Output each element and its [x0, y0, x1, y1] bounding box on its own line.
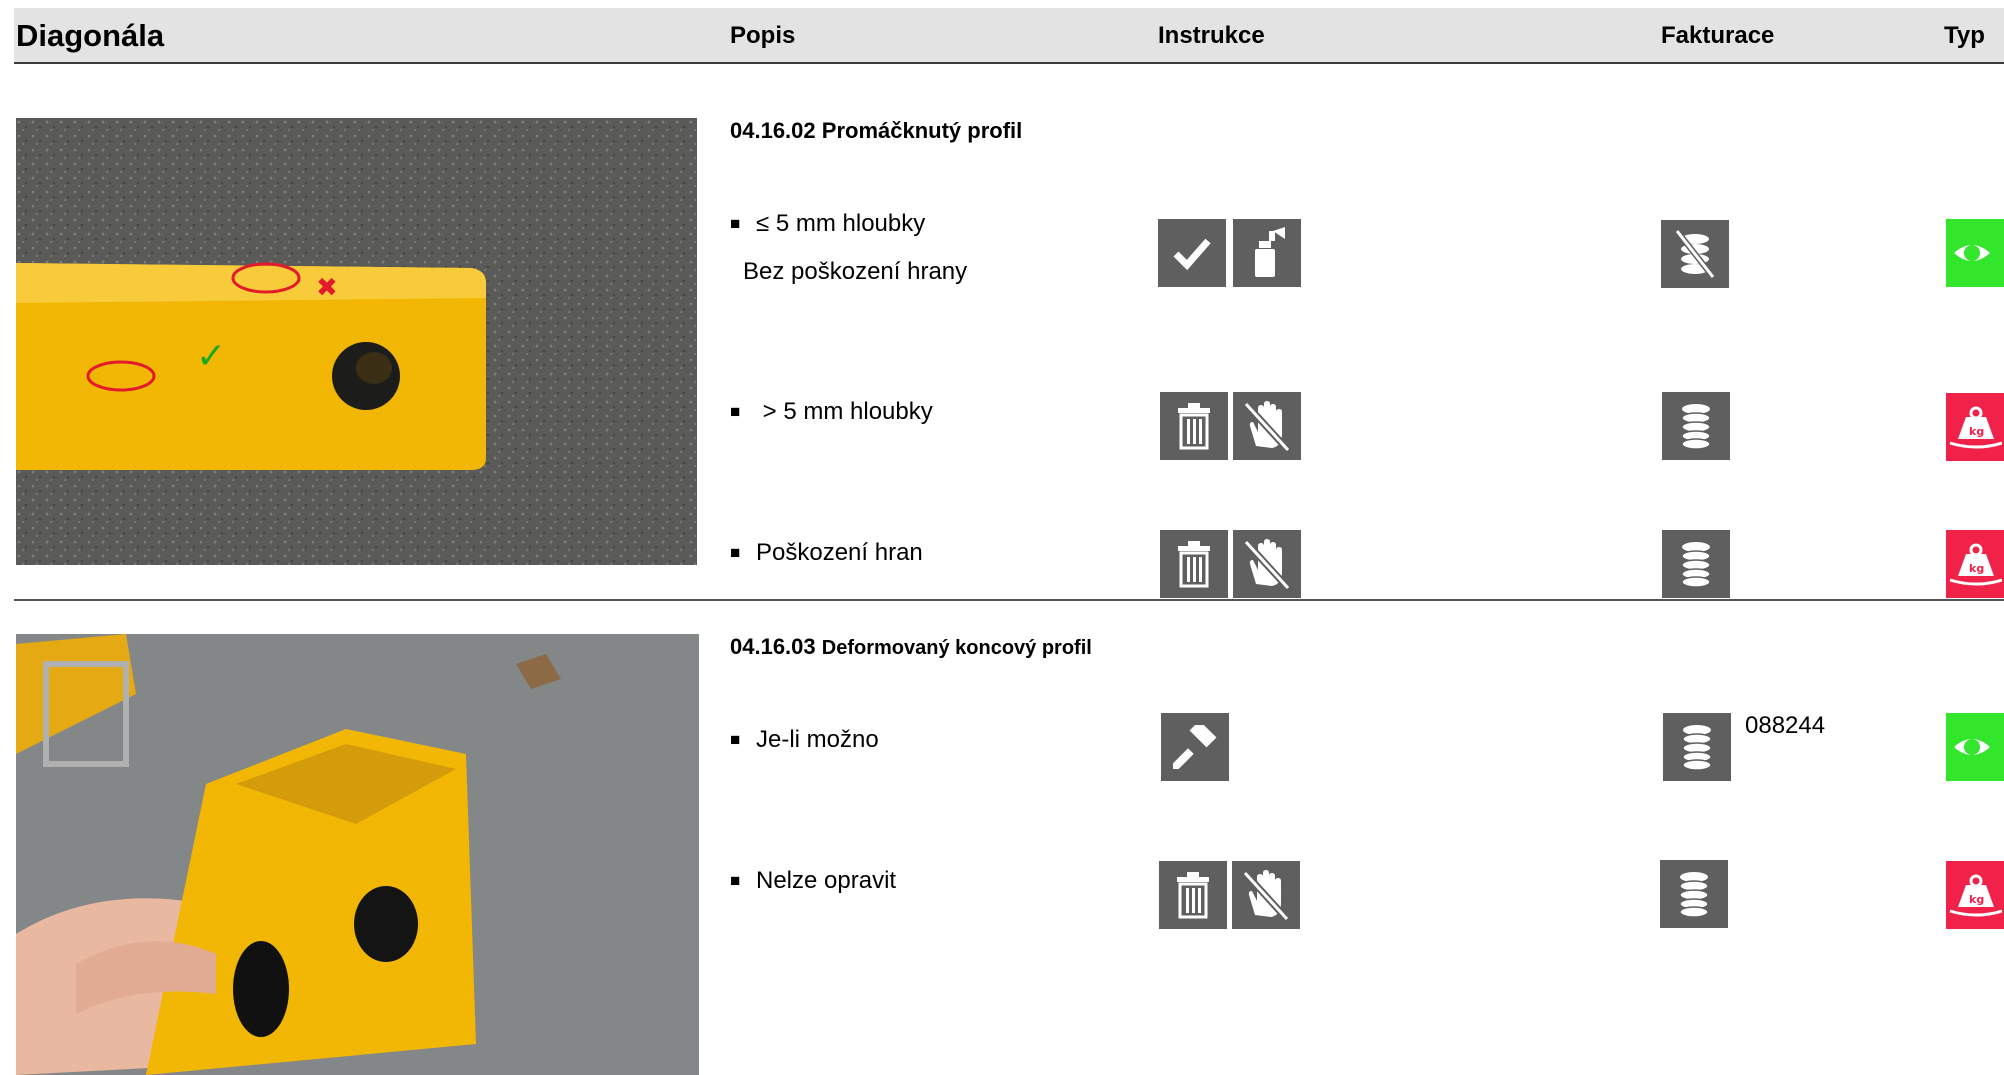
section-code: 04.16.03 Deformovaný koncový profil: [730, 634, 1092, 659]
column-header-instrukce: Instrukce: [1158, 22, 1265, 49]
inspect-eye-icon: [1946, 219, 2004, 287]
column-header-typ: Typ: [1944, 22, 1985, 49]
bullet-icon: ■: [730, 402, 741, 421]
check-icon: [1158, 219, 1226, 287]
hammer-icon: [1161, 713, 1229, 781]
trash-icon: [1159, 861, 1227, 929]
weight-kg-icon: kg: [1946, 393, 2004, 461]
coins-icon: [1662, 530, 1730, 598]
section-title: Promáčknutý profil: [821, 118, 1023, 143]
trash-icon: [1160, 530, 1228, 598]
column-header-fakturace: Fakturace: [1661, 22, 1775, 49]
billing-reference: 088244: [1745, 712, 1826, 739]
section-code: 04.16.02 Promáčknutý profil: [730, 118, 1023, 143]
weight-kg-icon: kg: [1946, 530, 2004, 598]
bullet-icon: ■: [730, 543, 741, 562]
list-item: ■ Nelze opravit: [730, 867, 897, 894]
table-header: Diagonála Popis Instrukce Fakturace Typ: [14, 8, 2004, 64]
no-touch-icon: [1232, 861, 1300, 929]
section-divider: [14, 599, 2004, 601]
list-item: ■ Poškození hran: [730, 539, 923, 566]
list-item-subtext: Bez poškození hrany: [743, 258, 968, 285]
list-item: ■ Je-li možno: [730, 726, 879, 753]
column-header-popis: Popis: [730, 22, 796, 49]
coins-icon: [1660, 860, 1728, 928]
svg-text:kg: kg: [1969, 425, 1984, 438]
no-touch-icon: [1233, 530, 1301, 598]
coins-icon: [1662, 392, 1730, 460]
list-item: ■ ≤ 5 mm hloubky: [730, 210, 926, 237]
page-title: Diagonála: [16, 18, 165, 53]
section-title: Deformovaný koncový profil: [821, 637, 1092, 659]
bullet-icon: ■: [730, 214, 741, 233]
no-coins-icon: [1661, 220, 1729, 288]
svg-text:kg: kg: [1969, 562, 1984, 575]
no-touch-icon: [1233, 392, 1301, 460]
svg-text:kg: kg: [1969, 893, 1984, 906]
spray-can-icon: [1233, 219, 1301, 287]
coins-icon: [1663, 713, 1731, 781]
bullet-icon: ■: [730, 871, 741, 890]
inspect-eye-icon: [1946, 713, 2004, 781]
trash-icon: [1160, 392, 1228, 460]
photo-deformed-end-profile: [16, 634, 699, 1075]
weight-kg-icon: kg: [1946, 861, 2004, 929]
svg-text:✓: ✓: [196, 336, 226, 377]
photo-dented-profile: ✖ ✓: [16, 118, 697, 565]
bullet-icon: ■: [730, 730, 741, 749]
list-item: ■ > 5 mm hloubky: [730, 398, 933, 425]
svg-text:✖: ✖: [316, 273, 338, 303]
